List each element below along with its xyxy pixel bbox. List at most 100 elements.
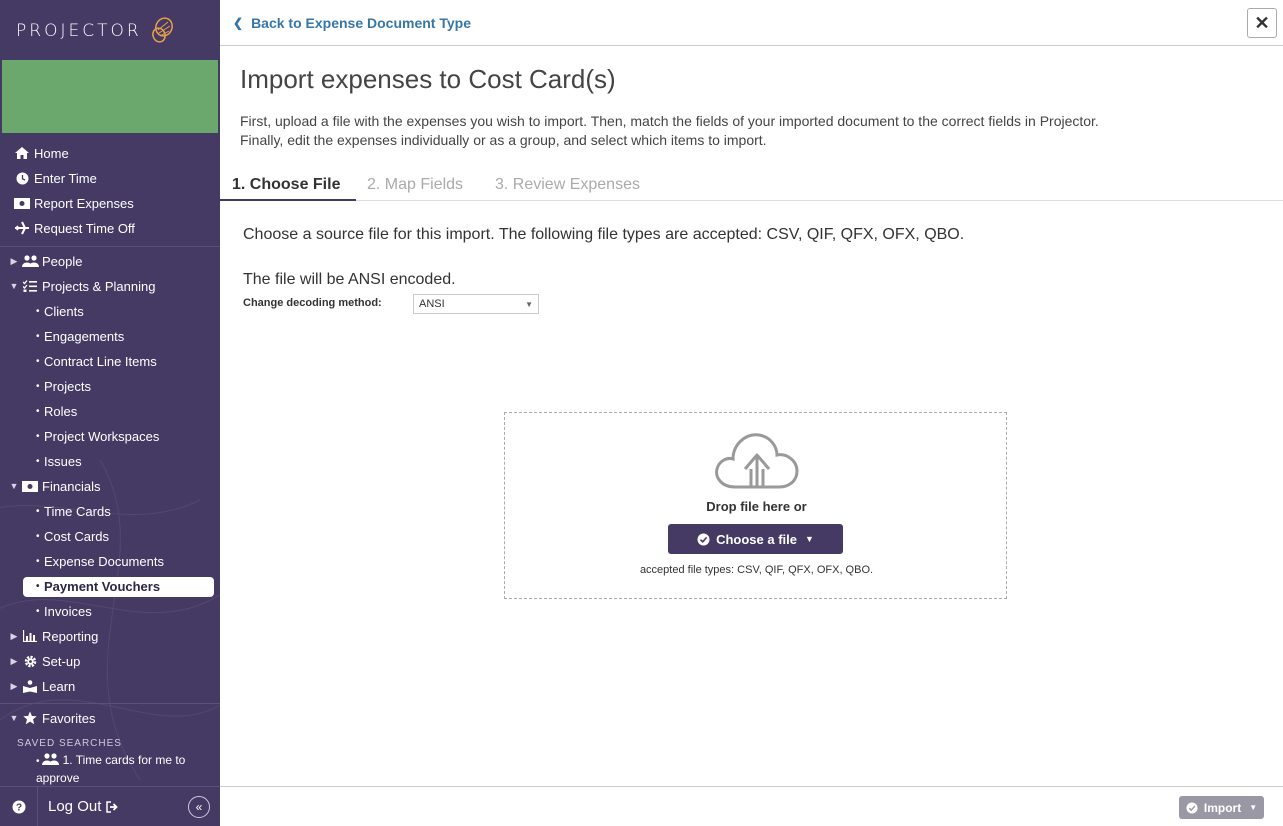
- nav-contract-line-items[interactable]: • Contract Line Items: [0, 349, 220, 373]
- nav-projects-label: Projects: [44, 378, 91, 394]
- footer-bar: Import ▼: [220, 786, 1283, 826]
- nav-projects-planning[interactable]: ▼ Projects & Planning: [7, 274, 220, 298]
- nav-roles[interactable]: • Roles: [0, 399, 220, 423]
- caret-right-icon: ▶: [10, 655, 18, 666]
- caret-right-icon: ▶: [10, 680, 18, 691]
- people-icon: [42, 753, 60, 769]
- decode-method-select[interactable]: ANSI ▼: [413, 294, 539, 314]
- caret-down-icon: ▼: [1249, 803, 1258, 812]
- nav-financials[interactable]: ▼ Financials: [7, 474, 220, 498]
- nav-enter-time-label: Enter Time: [34, 170, 97, 186]
- nav-enter-time[interactable]: Enter Time: [13, 166, 220, 190]
- sidebar: PROJECTOR Home Enter Time Report Expense…: [0, 0, 220, 826]
- caret-down-icon: ▼: [525, 300, 533, 309]
- caret-down-icon: ▼: [9, 713, 19, 723]
- saved-search-item[interactable]: • 1. Time cards for me to approve: [36, 752, 211, 786]
- nav-request-time-off[interactable]: Request Time Off: [13, 216, 220, 240]
- nav-people-label: People: [42, 253, 83, 269]
- nav-issues-label: Issues: [44, 453, 82, 469]
- choose-file-button[interactable]: Choose a file ▼: [668, 524, 843, 554]
- saved-searches-title: SAVED SEARCHES: [17, 738, 122, 749]
- nav-separator: [0, 703, 220, 704]
- import-button[interactable]: Import ▼: [1179, 796, 1264, 819]
- nav-invoices[interactable]: • Invoices: [0, 599, 220, 623]
- home-icon: [13, 146, 31, 160]
- sidebar-footer: ? Log Out «: [0, 786, 220, 826]
- nav-time-cards-label: Time Cards: [44, 503, 111, 519]
- caret-right-icon: ▶: [10, 630, 18, 641]
- wizard-tabs: 1. Choose File 2. Map Fields 3. Review E…: [220, 172, 1283, 201]
- nav-invoices-label: Invoices: [44, 603, 92, 619]
- source-file-instructions: Choose a source file for this import. Th…: [243, 226, 965, 243]
- nav-clients-label: Clients: [44, 303, 84, 319]
- collapse-sidebar-button[interactable]: «: [188, 796, 210, 818]
- close-button[interactable]: ✕: [1247, 8, 1277, 38]
- nav-request-time-off-label: Request Time Off: [34, 220, 135, 236]
- chevron-left-icon: ❮: [233, 16, 244, 30]
- nav-learn[interactable]: ▶ Learn: [7, 674, 220, 698]
- logout-button[interactable]: Log Out: [48, 798, 119, 815]
- active-tab-indicator: [220, 199, 356, 201]
- file-dropzone[interactable]: Drop file here or Choose a file ▼ accept…: [504, 412, 1007, 599]
- nav-project-workspaces[interactable]: • Project Workspaces: [0, 424, 220, 448]
- money-icon: [13, 196, 31, 210]
- learn-icon: [21, 679, 39, 693]
- back-link-label: Back to Expense Document Type: [251, 15, 471, 31]
- caret-down-icon: ▼: [805, 534, 814, 544]
- nav-reporting-label: Reporting: [42, 628, 99, 644]
- nav-cost-cards-label: Cost Cards: [44, 528, 110, 544]
- logo-text: PROJECTOR: [16, 21, 142, 41]
- nav-projects-planning-label: Projects & Planning: [42, 278, 156, 294]
- nav-clients[interactable]: • Clients: [0, 299, 220, 323]
- people-icon: [21, 254, 39, 268]
- nav-cost-cards[interactable]: • Cost Cards: [0, 524, 220, 548]
- caret-down-icon: ▼: [9, 481, 19, 491]
- bullet-icon: •: [36, 555, 40, 567]
- nav-setup[interactable]: ▶ Set-up: [7, 649, 220, 673]
- bullet-icon: •: [36, 580, 40, 592]
- logout-icon: [106, 800, 119, 813]
- bullet-icon: •: [36, 530, 40, 542]
- nav-favorites[interactable]: ▼ Favorites: [7, 706, 220, 730]
- nav-report-expenses[interactable]: Report Expenses: [13, 191, 220, 215]
- saved-search-label: 1. Time cards for me to approve: [36, 753, 186, 785]
- close-icon: ✕: [1254, 12, 1270, 33]
- nav-home[interactable]: Home: [13, 141, 220, 165]
- nav-time-cards[interactable]: • Time Cards: [0, 499, 220, 523]
- nav-payment-vouchers[interactable]: • Payment Vouchers: [0, 574, 220, 598]
- intro-text: First, upload a file with the expenses y…: [240, 113, 1099, 148]
- caret-down-icon: ▼: [9, 281, 19, 291]
- top-bar: ❮ Back to Expense Document Type ✕: [220, 0, 1283, 46]
- back-link[interactable]: ❮ Back to Expense Document Type: [233, 15, 471, 31]
- nav-separator: [0, 246, 220, 247]
- tab-map-fields[interactable]: 2. Map Fields: [367, 176, 463, 194]
- nav-expense-documents-label: Expense Documents: [44, 553, 164, 569]
- nav-favorites-label: Favorites: [42, 710, 96, 726]
- nav-reporting[interactable]: ▶ Reporting: [7, 624, 220, 648]
- nav-project-workspaces-label: Project Workspaces: [44, 428, 160, 444]
- decode-method-value: ANSI: [419, 298, 445, 310]
- drop-file-text: Drop file here or: [706, 499, 807, 514]
- check-circle-icon: [1186, 801, 1198, 814]
- nav-expense-documents[interactable]: • Expense Documents: [0, 549, 220, 573]
- check-circle-icon: [697, 533, 710, 545]
- butterfly-logo-icon: [151, 17, 173, 43]
- main-content: ❮ Back to Expense Document Type ✕ Import…: [220, 0, 1283, 826]
- clock-icon: [13, 171, 31, 185]
- bullet-icon: •: [36, 380, 40, 392]
- projector-logo[interactable]: PROJECTOR: [16, 16, 176, 46]
- star-icon: [21, 711, 39, 725]
- svg-text:?: ?: [15, 802, 21, 813]
- nav-issues[interactable]: • Issues: [0, 449, 220, 473]
- bullet-icon: •: [36, 330, 40, 342]
- nav-engagements[interactable]: • Engagements: [0, 324, 220, 348]
- tab-review-expenses[interactable]: 3. Review Expenses: [495, 176, 640, 194]
- nav-people[interactable]: ▶ People: [7, 249, 220, 273]
- gear-icon: [21, 654, 39, 668]
- nav-financials-label: Financials: [42, 478, 101, 494]
- help-button[interactable]: ?: [0, 786, 38, 826]
- help-icon: ?: [12, 800, 25, 813]
- nav-projects[interactable]: • Projects: [0, 374, 220, 398]
- tab-choose-file[interactable]: 1. Choose File: [232, 176, 340, 194]
- cloud-upload-icon: [715, 433, 799, 489]
